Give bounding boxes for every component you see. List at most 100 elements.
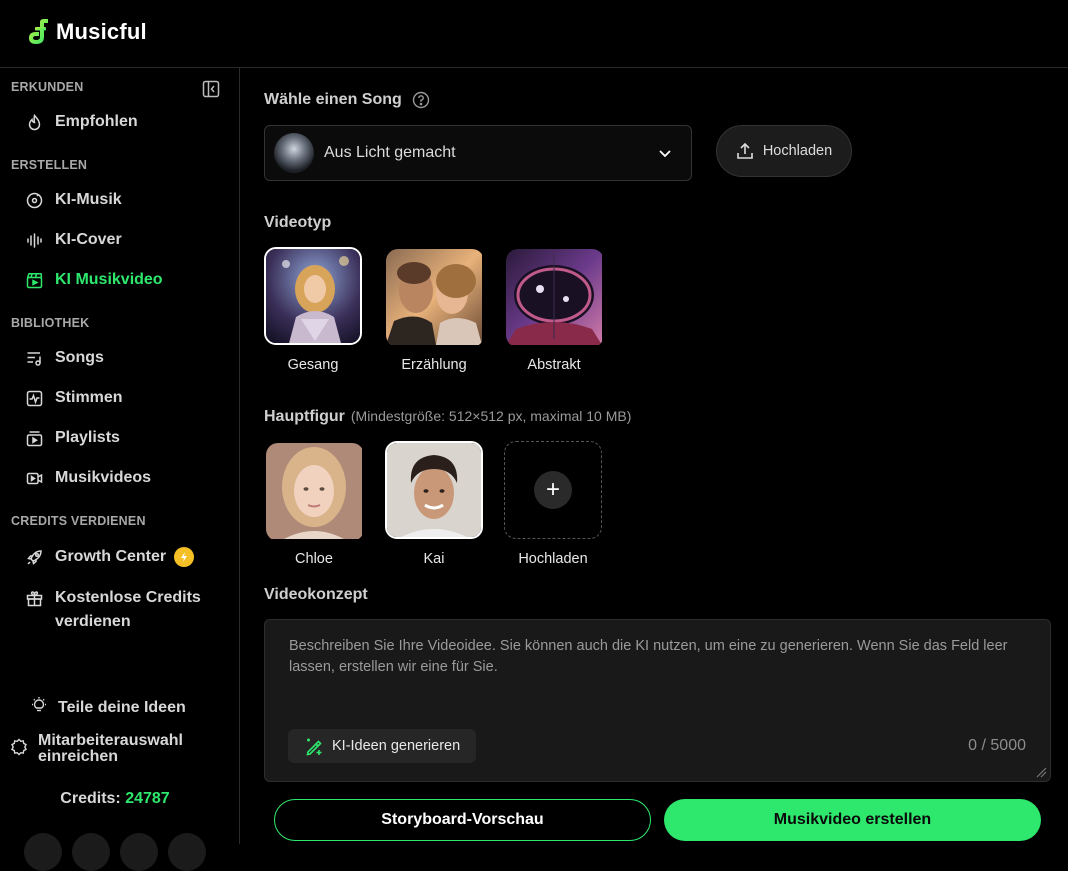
upload-label: Hochladen: [762, 143, 833, 159]
main-character-label: Hauptfigur: [264, 408, 345, 425]
song-cover-thumbnail: [274, 133, 314, 173]
section-library: BIBLIOTHEK: [11, 316, 90, 330]
sidebar-item-label: KI-Cover: [55, 231, 122, 248]
sidebar-item-growth-center[interactable]: Growth Center: [26, 547, 195, 567]
main-character-hint: (Mindestgröße: 512×512 px, maximal 10 MB…: [350, 408, 632, 424]
resize-grip-icon[interactable]: [1035, 766, 1047, 778]
collapse-sidebar-icon[interactable]: [202, 80, 220, 98]
playlist-icon: [26, 430, 43, 447]
sidebar-item-recommended[interactable]: Empfohlen: [26, 113, 138, 131]
video-camera-icon: [26, 470, 43, 487]
video-type-label-narrative: Erzählung: [401, 357, 467, 373]
help-icon[interactable]: [412, 91, 430, 109]
sidebar-item-label: Growth Center: [55, 548, 167, 565]
sidebar-item-label: verdienen: [55, 613, 131, 630]
coin-icon: [174, 547, 195, 567]
social-link-icon[interactable]: [168, 833, 206, 871]
character-upload-card[interactable]: +: [504, 441, 602, 539]
social-link-icon[interactable]: [72, 833, 110, 871]
employee-pick-label: einreichen: [38, 748, 119, 765]
sidebar-item-label: Songs: [55, 349, 104, 366]
song-select[interactable]: Aus Licht gemacht: [264, 125, 692, 181]
credits-display: Credits: 24787: [0, 790, 230, 808]
clapperboard-icon: [26, 272, 43, 289]
character-label-chloe: Chloe: [295, 551, 333, 567]
pulse-icon: [26, 390, 43, 407]
sidebar: ERKUNDEN Empfohlen ERSTELLEN KI-Musik KI…: [0, 68, 240, 871]
magic-pen-icon: [306, 738, 322, 756]
sidebar-item-songs[interactable]: Songs: [26, 349, 104, 367]
section-earn-credits: CREDITS VERDIENEN: [11, 514, 146, 528]
social-links: [24, 833, 206, 871]
section-create: ERSTELLEN: [11, 158, 88, 172]
lightbulb-icon: [30, 696, 48, 719]
video-type-card-abstract[interactable]: [506, 249, 604, 347]
sidebar-item-playlists[interactable]: Playlists: [26, 429, 120, 447]
main-character-heading: Hauptfigur (Mindestgröße: 512×512 px, max…: [264, 408, 631, 426]
sidebar-item-label: Playlists: [55, 429, 120, 446]
video-type-card-singing[interactable]: [264, 247, 362, 345]
kai-avatar-image: [387, 443, 481, 537]
section-explore: ERKUNDEN: [11, 80, 84, 94]
character-label-kai: Kai: [423, 551, 445, 567]
video-type-label: Videotyp: [264, 214, 332, 231]
music-list-icon: [26, 350, 43, 367]
sidebar-item-ai-music-video[interactable]: KI Musikvideo: [26, 271, 163, 289]
choose-song-heading: Wähle einen Song: [264, 91, 430, 109]
rocket-icon: [26, 549, 43, 566]
credits-value: 24787: [125, 790, 170, 807]
musicful-logo-icon: [29, 19, 48, 44]
abstract-thumbnail-image: [506, 249, 602, 345]
video-concept-textarea[interactable]: Beschreiben Sie Ihre Videoidee. Sie könn…: [264, 619, 1051, 782]
singing-thumbnail-image: [266, 249, 360, 343]
sidebar-item-free-credits[interactable]: Kostenlose Credits verdienen: [26, 586, 201, 634]
sidebar-item-ai-music[interactable]: KI-Musik: [26, 191, 122, 209]
video-type-card-narrative[interactable]: [386, 249, 484, 347]
employee-pick-label: Mitarbeiterauswahl: [38, 732, 183, 749]
character-counter: 0 / 5000: [968, 737, 1026, 754]
character-card-kai[interactable]: [385, 441, 483, 539]
character-card-chloe[interactable]: [266, 443, 364, 541]
main-panel: Wähle einen Song Aus Licht gemacht Hochl…: [241, 68, 1068, 844]
sidebar-item-ai-cover[interactable]: KI-Cover: [26, 231, 122, 249]
sidebar-item-label: KI Musikvideo: [55, 271, 163, 288]
narrative-thumbnail-image: [386, 249, 482, 345]
credits-label: Credits:: [60, 790, 121, 807]
video-concept-placeholder: Beschreiben Sie Ihre Videoidee. Sie könn…: [289, 638, 1008, 675]
selected-song-name: Aus Licht gemacht: [324, 144, 456, 161]
chevron-down-icon: [659, 150, 671, 158]
character-upload-label: Hochladen: [518, 551, 588, 567]
sidebar-item-label: Stimmen: [55, 389, 123, 406]
sidebar-item-label: Empfohlen: [55, 113, 138, 130]
storyboard-preview-button[interactable]: Storyboard-Vorschau: [274, 799, 651, 841]
waveform-icon: [26, 232, 43, 249]
create-music-video-button[interactable]: Musikvideo erstellen: [664, 799, 1041, 841]
flame-icon: [26, 113, 43, 131]
share-ideas-link[interactable]: Teile deine Ideen: [30, 696, 186, 719]
upload-icon: [737, 142, 753, 159]
generate-ideas-button[interactable]: KI-Ideen generieren: [288, 729, 477, 763]
employee-pick-label-group: Mitarbeiterauswahl einreichen: [38, 733, 183, 765]
plus-icon: +: [534, 471, 572, 509]
sidebar-item-label: Musikvideos: [55, 469, 152, 486]
sidebar-item-music-videos[interactable]: Musikvideos: [26, 469, 151, 487]
employee-pick-link[interactable]: Mitarbeiterauswahl einreichen: [10, 733, 183, 765]
social-link-icon[interactable]: [120, 833, 158, 871]
badge-star-icon: [10, 738, 28, 761]
sidebar-item-label: KI-Musik: [55, 191, 122, 208]
share-ideas-label: Teile deine Ideen: [58, 698, 186, 716]
video-concept-label: Videokonzept: [264, 586, 368, 603]
gift-icon: [26, 590, 43, 607]
choose-song-label: Wähle einen Song: [264, 91, 402, 108]
sidebar-item-voices[interactable]: Stimmen: [26, 389, 123, 407]
song-upload-button[interactable]: Hochladen: [716, 125, 852, 177]
social-link-icon[interactable]: [24, 833, 62, 871]
generate-ideas-label: KI-Ideen generieren: [332, 738, 461, 754]
app-logo[interactable]: Musicful: [26, 18, 147, 46]
sidebar-item-label-group: Kostenlose Credits verdienen: [55, 586, 201, 634]
disc-icon: [26, 192, 43, 209]
video-type-label-singing: Gesang: [287, 357, 339, 373]
app-name: Musicful: [56, 19, 147, 44]
top-bar: Musicful: [0, 0, 1068, 68]
video-type-label-abstract: Abstrakt: [527, 357, 581, 373]
